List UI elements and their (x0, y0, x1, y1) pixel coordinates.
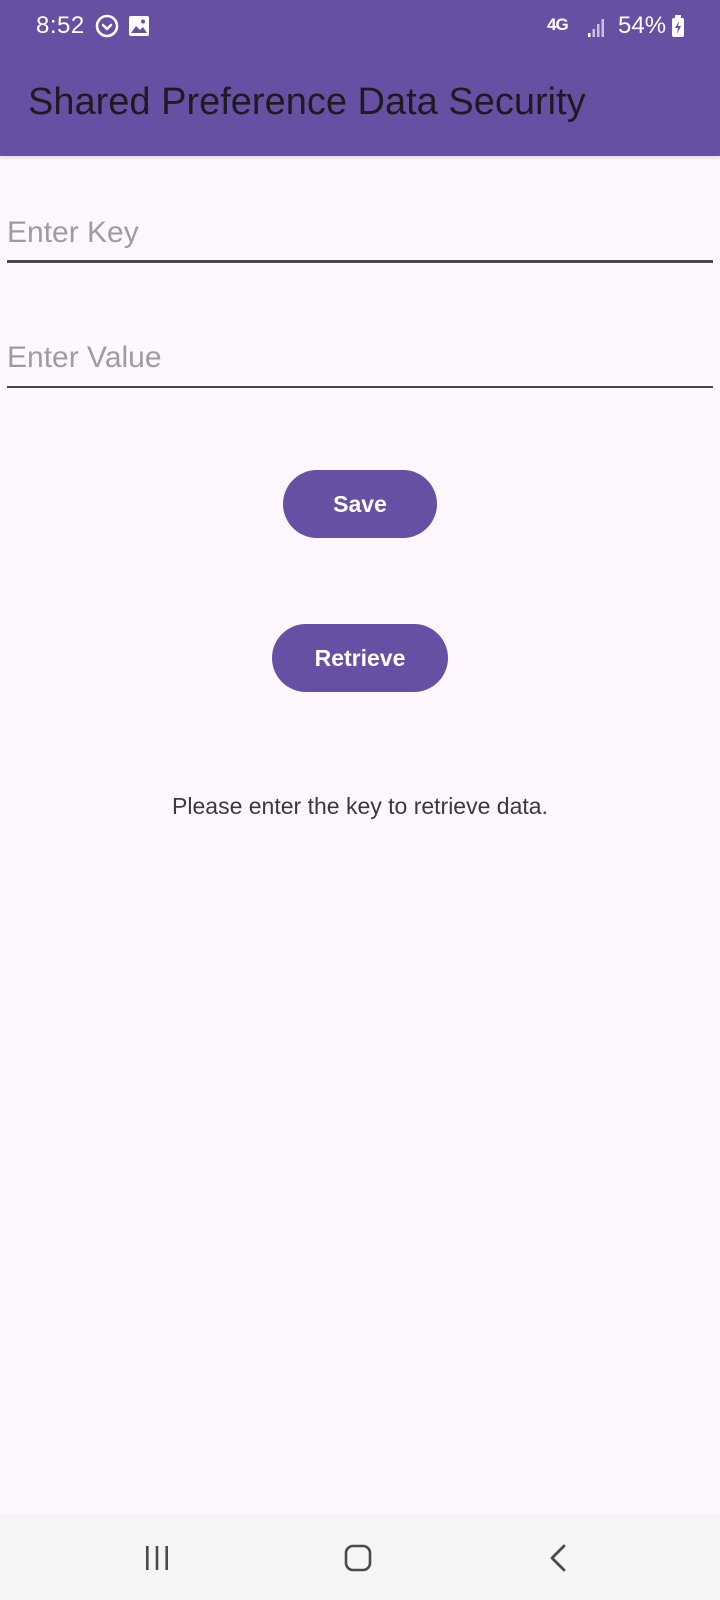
key-field-underline (7, 260, 713, 263)
sync-icon (94, 13, 120, 39)
key-input[interactable] (7, 203, 713, 263)
value-input[interactable] (7, 328, 713, 388)
image-icon (126, 13, 152, 39)
battery-percentage: 54% (618, 12, 667, 39)
navigation-bar (0, 1514, 720, 1600)
recent-apps-icon (142, 1543, 172, 1573)
value-field[interactable] (7, 328, 713, 388)
key-field[interactable] (7, 203, 713, 263)
home-button[interactable] (330, 1530, 386, 1586)
status-time: 8:52 (36, 12, 85, 39)
back-icon (544, 1543, 574, 1573)
battery-icon (670, 13, 686, 39)
top-header: 8:52 4G 54% Shared Preference Data Secur… (0, 0, 720, 156)
recent-apps-button[interactable] (129, 1530, 185, 1586)
app-title: Shared Preference Data Security (28, 81, 586, 123)
home-icon (343, 1543, 373, 1573)
status-message: Please enter the key to retrieve data. (172, 793, 548, 819)
retrieve-button[interactable]: Retrieve (272, 624, 448, 692)
signal-icon (587, 13, 609, 39)
back-button[interactable] (531, 1530, 587, 1586)
network-type-label: 4G (547, 15, 569, 34)
status-bar: 8:52 4G 54% (0, 0, 720, 54)
save-button[interactable]: Save (283, 470, 437, 538)
value-field-underline (7, 386, 713, 388)
